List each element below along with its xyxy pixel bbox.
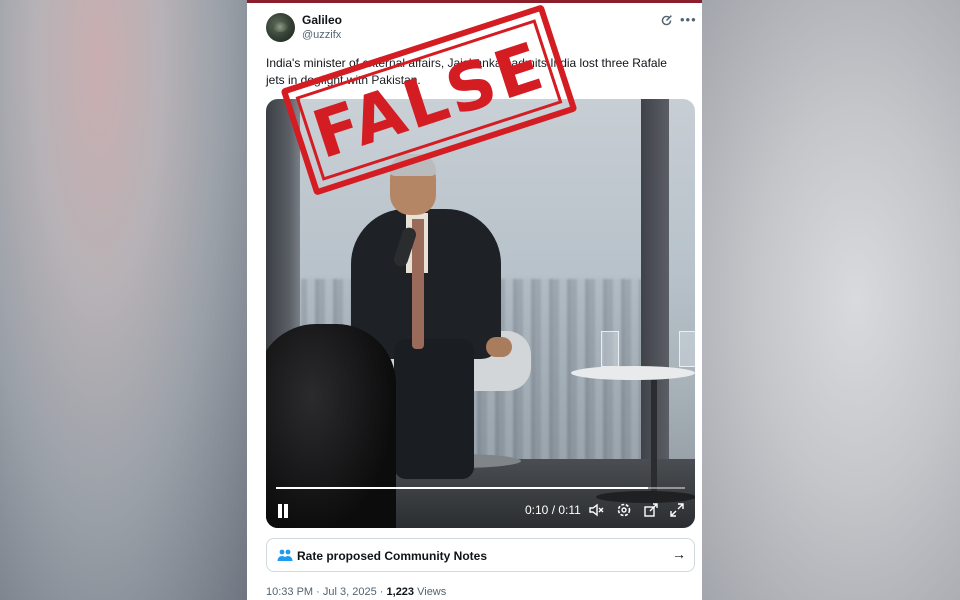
video-progress-bar[interactable] [276, 487, 685, 489]
post-metadata: 10:33 PM · Jul 3, 2025 · 1,223 Views [266, 586, 446, 598]
avatar[interactable] [266, 13, 295, 42]
grok-icon[interactable] [660, 14, 673, 27]
video-time: 0:10 / 0:11 [525, 503, 581, 517]
pause-icon[interactable] [277, 504, 289, 518]
views-label: Views [417, 586, 447, 598]
share-icon[interactable] [643, 502, 659, 518]
background-left [0, 0, 247, 600]
video-controls: 0:10 / 0:11 [266, 497, 695, 525]
speaker-hand [486, 337, 512, 357]
water-glass [679, 331, 695, 367]
post-time[interactable]: 10:33 PM [266, 586, 313, 598]
arrow-right-icon: → [672, 546, 686, 562]
background-right [700, 0, 960, 600]
card-top-border [247, 0, 702, 3]
more-options-icon[interactable]: ••• [680, 12, 697, 27]
water-glass [601, 331, 619, 367]
fullscreen-icon[interactable] [669, 502, 685, 518]
author-name[interactable]: Galileo [302, 13, 342, 27]
separator: · [379, 586, 384, 598]
author-handle[interactable]: @uzzifx [302, 29, 341, 41]
video-progress-fill [276, 487, 649, 489]
settings-icon[interactable] [616, 502, 632, 518]
post-date[interactable]: Jul 3, 2025 [323, 586, 377, 598]
community-notes-label: Rate proposed Community Notes [297, 549, 488, 563]
speaker-legs [394, 339, 474, 479]
volume-icon[interactable] [588, 502, 604, 518]
side-table [571, 366, 695, 380]
community-notes-icon [277, 549, 293, 561]
community-notes-button[interactable]: Rate proposed Community Notes → [266, 538, 695, 572]
views-count: 1,223 [386, 586, 415, 598]
separator: · [316, 586, 320, 598]
